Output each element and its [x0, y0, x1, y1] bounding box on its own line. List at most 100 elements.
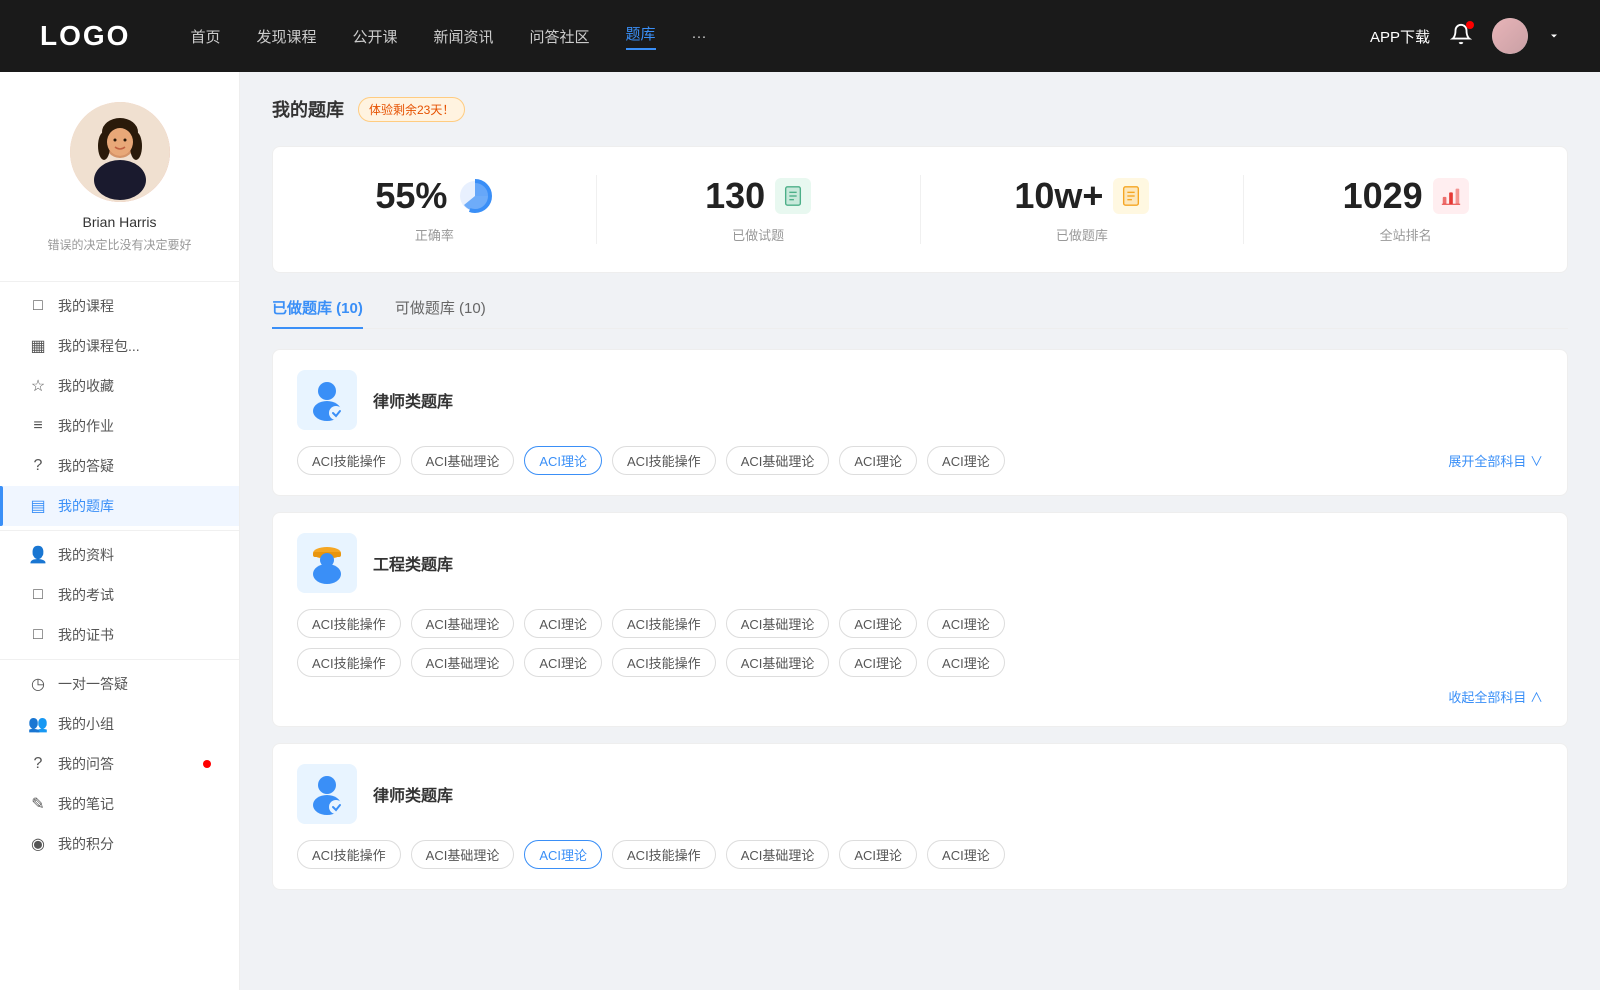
stat-done-questions: 130 已做试题: [597, 175, 921, 244]
sidebar-divider-top: [0, 281, 239, 282]
sidebar-label: 我的积分: [58, 834, 211, 854]
bell-icon[interactable]: [1450, 23, 1472, 49]
sidebar-label: 我的课程: [58, 296, 211, 316]
lawyer-svg-icon-2: [302, 769, 352, 819]
tag[interactable]: ACI基础理论: [726, 609, 830, 638]
sidebar-item-points[interactable]: ◉ 我的积分: [0, 824, 239, 864]
stat-ranking: 1029 全站排名: [1244, 175, 1567, 244]
avatar-dropdown-icon[interactable]: [1548, 30, 1560, 42]
sidebar-item-course-package[interactable]: ▦ 我的课程包...: [0, 326, 239, 366]
tag[interactable]: ACI技能操作: [612, 840, 716, 869]
nav-bank[interactable]: 题库: [626, 23, 656, 50]
tag[interactable]: ACI技能操作: [297, 648, 401, 677]
tag[interactable]: ACI基础理论: [411, 446, 515, 475]
tags-row-engineer-2: ACI技能操作 ACI基础理论 ACI理论 ACI技能操作 ACI基础理论 AC…: [297, 648, 1543, 677]
sidebar-item-groups[interactable]: 👥 我的小组: [0, 704, 239, 744]
tag[interactable]: ACI理论: [839, 648, 917, 677]
tag-selected[interactable]: ACI理论: [524, 840, 602, 869]
tag[interactable]: ACI理论: [524, 648, 602, 677]
sidebar-divider-mid2: [0, 659, 239, 660]
stat-done-banks: 10w+ 已做题库: [921, 175, 1245, 244]
tag[interactable]: ACI技能操作: [612, 648, 716, 677]
tabs-row: 已做题库 (10) 可做题库 (10): [272, 297, 1568, 329]
bank-name-lawyer-2: 律师类题库: [373, 782, 453, 806]
tag[interactable]: ACI理论: [524, 609, 602, 638]
tags-row-engineer-1: ACI技能操作 ACI基础理论 ACI理论 ACI技能操作 ACI基础理论 AC…: [297, 609, 1543, 638]
tag[interactable]: ACI理论: [839, 446, 917, 475]
star-icon: ☆: [28, 376, 48, 396]
lawyer-bank-icon: [297, 370, 357, 430]
tag[interactable]: ACI基础理论: [411, 609, 515, 638]
tag[interactable]: ACI基础理论: [726, 648, 830, 677]
sidebar-item-questions[interactable]: ? 我的答疑: [0, 446, 239, 486]
sidebar-label: 我的问答: [58, 754, 193, 774]
bank-header: 律师类题库: [297, 764, 1543, 824]
bank-header: 律师类题库: [297, 370, 1543, 430]
group-icon: 👥: [28, 714, 48, 734]
stat-top: 55%: [375, 175, 493, 217]
sidebar-item-favorites[interactable]: ☆ 我的收藏: [0, 366, 239, 406]
stat-top: 10w+: [1014, 175, 1149, 217]
stat-banks-label: 已做题库: [1056, 225, 1108, 244]
lawyer-bank-icon-2: [297, 764, 357, 824]
nav-opencourse[interactable]: 公开课: [352, 26, 397, 47]
tag[interactable]: ACI基础理论: [411, 648, 515, 677]
main-content: 我的题库 体验剩余23天！ 55% 正确率: [240, 72, 1600, 990]
nav-more[interactable]: ···: [692, 28, 707, 45]
sidebar-item-exam[interactable]: □ 我的考试: [0, 575, 239, 615]
sidebar-item-bank[interactable]: ▤ 我的题库: [0, 486, 239, 526]
stat-accuracy: 55% 正确率: [273, 175, 597, 244]
sidebar-item-one-on-one[interactable]: ◷ 一对一答疑: [0, 664, 239, 704]
stat-accuracy-label: 正确率: [415, 225, 454, 244]
sidebar-item-my-courses[interactable]: □ 我的课程: [0, 286, 239, 326]
page-title: 我的题库: [272, 96, 344, 122]
nav-qa[interactable]: 问答社区: [530, 26, 590, 47]
profile-name: Brian Harris: [83, 214, 157, 230]
user-avatar[interactable]: [1492, 18, 1528, 54]
sidebar-item-certificate[interactable]: □ 我的证书: [0, 615, 239, 655]
sidebar-item-profile[interactable]: 👤 我的资料: [0, 535, 239, 575]
tag[interactable]: ACI技能操作: [612, 609, 716, 638]
trial-badge: 体验剩余23天！: [358, 97, 465, 122]
expand-link-lawyer-1[interactable]: 展开全部科目 ∨: [1448, 451, 1543, 470]
tag[interactable]: ACI理论: [839, 609, 917, 638]
points-icon: ◉: [28, 834, 48, 854]
tag[interactable]: ACI技能操作: [297, 609, 401, 638]
tag[interactable]: ACI基础理论: [411, 840, 515, 869]
tab-done-banks[interactable]: 已做题库 (10): [272, 297, 363, 328]
tag[interactable]: ACI基础理论: [726, 840, 830, 869]
tag[interactable]: ACI基础理论: [726, 446, 830, 475]
sidebar-label: 我的作业: [58, 416, 211, 436]
tag[interactable]: ACI理论: [927, 840, 1005, 869]
tag[interactable]: ACI技能操作: [297, 840, 401, 869]
tag[interactable]: ACI技能操作: [612, 446, 716, 475]
tag[interactable]: ACI理论: [927, 446, 1005, 475]
qa-notification-dot: [203, 760, 211, 768]
tag-selected[interactable]: ACI理论: [524, 446, 602, 475]
sidebar-item-notes[interactable]: ✎ 我的笔记: [0, 784, 239, 824]
tag[interactable]: ACI理论: [927, 609, 1005, 638]
stats-row: 55% 正确率 130: [272, 146, 1568, 273]
nav-news[interactable]: 新闻资讯: [434, 26, 494, 47]
sidebar-label: 我的答疑: [58, 456, 211, 476]
courses-icon: □: [28, 297, 48, 315]
tag[interactable]: ACI技能操作: [297, 446, 401, 475]
engineer-bank-icon: [297, 533, 357, 593]
stat-top: 1029: [1343, 175, 1469, 217]
sidebar: Brian Harris 错误的决定比没有决定要好 □ 我的课程 ▦ 我的课程包…: [0, 72, 240, 990]
tab-available-banks[interactable]: 可做题库 (10): [395, 297, 486, 328]
sidebar-label: 我的证书: [58, 625, 211, 645]
tag[interactable]: ACI理论: [839, 840, 917, 869]
avatar-image: [70, 102, 170, 202]
nav-discover[interactable]: 发现课程: [256, 26, 316, 47]
tags-row-lawyer-1: ACI技能操作 ACI基础理论 ACI理论 ACI技能操作 ACI基础理论 AC…: [297, 446, 1543, 475]
app-download-button[interactable]: APP下载: [1370, 26, 1430, 47]
bank-icon: ▤: [28, 496, 48, 516]
tag[interactable]: ACI理论: [927, 648, 1005, 677]
sidebar-item-homework[interactable]: ≡ 我的作业: [0, 406, 239, 446]
qa-icon: ?: [28, 755, 48, 773]
collapse-link-engineer[interactable]: 收起全部科目 ∧: [297, 687, 1543, 706]
logo: LOGO: [40, 20, 130, 52]
sidebar-item-my-qa[interactable]: ? 我的问答: [0, 744, 239, 784]
nav-home[interactable]: 首页: [190, 26, 220, 47]
